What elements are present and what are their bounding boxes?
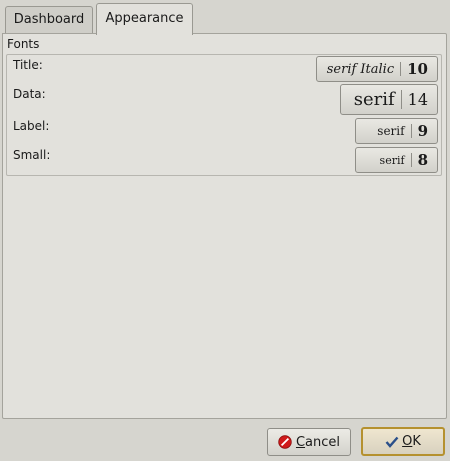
cancel-label: Cancel <box>295 434 341 450</box>
fonts-group-title: Fonts <box>7 37 40 51</box>
separator <box>410 124 412 138</box>
tab-bar: Dashboard Appearance <box>0 0 450 35</box>
small-font-label: Small: <box>13 148 51 162</box>
title-font-label: Title: <box>13 58 43 72</box>
title-font-size: 10 <box>407 60 428 78</box>
cancel-button[interactable]: Cancel <box>267 428 351 456</box>
tab-dashboard[interactable]: Dashboard <box>5 6 93 34</box>
separator <box>410 153 412 167</box>
tab-appearance[interactable]: Appearance <box>96 3 193 35</box>
checkmark-icon <box>385 436 399 448</box>
data-font-label: Data: <box>13 87 46 101</box>
cancel-icon <box>278 435 292 449</box>
data-font-name: serif <box>353 89 395 110</box>
label-font-name: serif <box>377 124 405 138</box>
data-font-size: 14 <box>407 90 428 109</box>
small-font-size: 8 <box>417 151 428 169</box>
small-font-name: serif <box>379 153 405 167</box>
title-font-button[interactable]: serif Italic 10 <box>316 56 438 82</box>
label-font-size: 9 <box>417 122 428 140</box>
ok-button[interactable]: OK <box>361 427 445 456</box>
small-font-button[interactable]: serif 8 <box>355 147 438 173</box>
separator <box>400 90 402 109</box>
label-font-button[interactable]: serif 9 <box>355 118 438 144</box>
separator <box>400 62 402 76</box>
ok-label: OK <box>402 434 421 449</box>
title-font-name: serif Italic <box>326 61 395 77</box>
data-font-button[interactable]: serif 14 <box>340 84 438 115</box>
label-font-label: Label: <box>13 119 50 133</box>
